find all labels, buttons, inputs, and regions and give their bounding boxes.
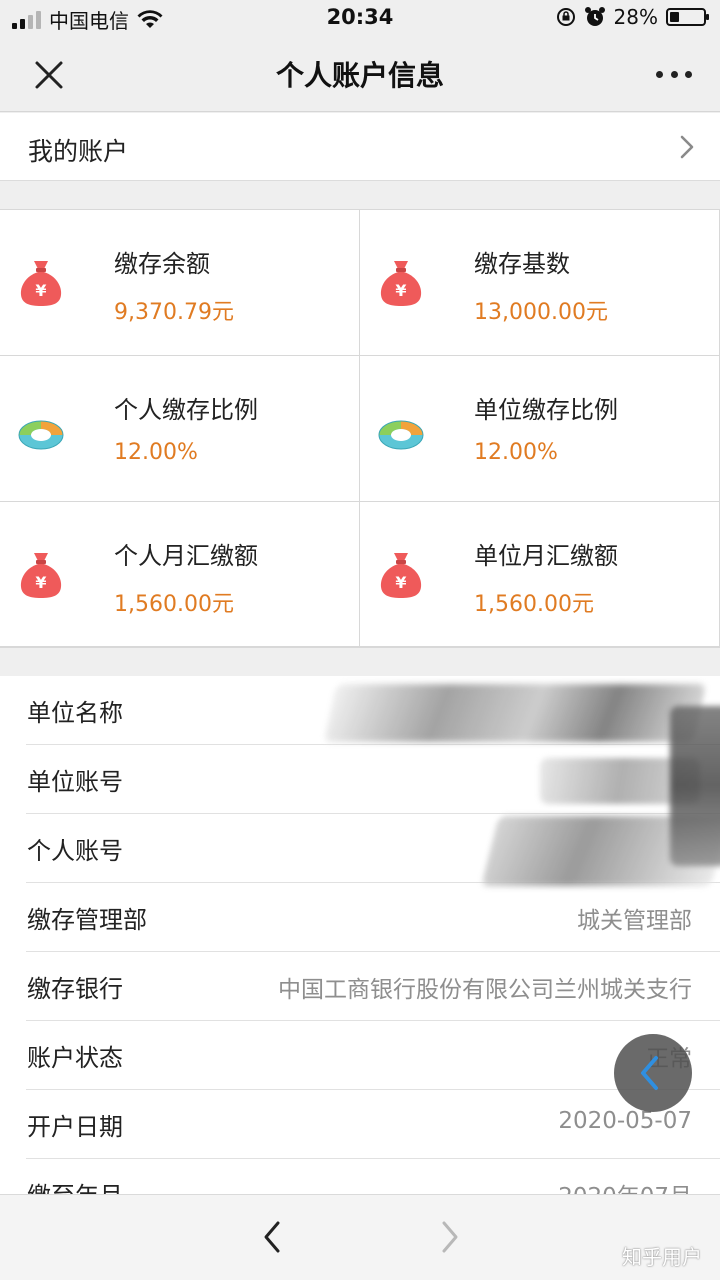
stat-value: 1,560.00元 (474, 592, 594, 617)
stats-grid: ¥ 缴存余额 9,370.79元 ¥ 缴存基数 13,000.00元 个人缴存比… (0, 209, 720, 648)
detail-value: 城关管理部 (577, 908, 692, 934)
watermark: 知乎用户 (622, 1245, 702, 1269)
stat-value: 1,560.00元 (114, 592, 234, 617)
browser-back-icon[interactable] (258, 1219, 288, 1255)
detail-value: 中国工商银行股份有限公司兰州城关支行 (278, 977, 692, 1003)
stat-title: 单位月汇缴额 (474, 542, 618, 570)
page-title: 个人账户信息 (275, 59, 444, 92)
detail-value: 2020-05-07 (558, 1108, 692, 1134)
detail-row-open-date: 开户日期 2020-05-07 (0, 1090, 720, 1159)
svg-text:¥: ¥ (35, 573, 46, 592)
detail-value: 2020年07月 (558, 1177, 692, 1194)
money-bag-icon: ¥ (380, 261, 422, 306)
detail-key: 单位名称 (27, 699, 123, 727)
status-right: 28% (556, 5, 709, 29)
detail-row-bank: 缴存银行 中国工商银行股份有限公司兰州城关支行 (0, 952, 720, 1021)
chevron-right-icon (680, 135, 694, 159)
redaction-smudge (323, 684, 707, 742)
nav-bar: 个人账户信息 (0, 36, 720, 112)
detail-key: 缴至年月 (27, 1176, 123, 1194)
battery-icon (666, 8, 709, 26)
stat-cell-personal-ratio: 个人缴存比例 12.00% (0, 356, 360, 502)
orientation-lock-icon (556, 8, 575, 26)
status-bar: 中国电信 20:34 28% (0, 0, 720, 36)
money-bag-icon: ¥ (380, 553, 422, 598)
stat-value: 12.00% (474, 440, 558, 465)
donut-chart-icon (378, 420, 424, 450)
detail-row-account-status: 账户状态 正常 (0, 1021, 720, 1090)
alarm-icon (584, 7, 605, 26)
detail-row-paid-until: 缴至年月 2020年07月 (0, 1159, 720, 1194)
stat-title: 个人缴存比例 (114, 396, 258, 424)
money-bag-icon: ¥ (20, 553, 62, 598)
stat-title: 缴存基数 (474, 250, 570, 278)
account-details-list: 单位名称 单位账号 个人账号 缴存管理部 城关管理部 缴存银行 中国工商银行股份… (0, 676, 720, 1194)
detail-key: 单位账号 (27, 768, 123, 796)
stat-value: 13,000.00元 (474, 300, 608, 325)
battery-percent: 28% (613, 5, 658, 29)
detail-key: 账户状态 (27, 1044, 123, 1072)
stat-value: 9,370.79元 (114, 300, 234, 325)
stat-cell-company-ratio: 单位缴存比例 12.00% (360, 356, 720, 502)
detail-row-management-dept: 缴存管理部 城关管理部 (0, 883, 720, 952)
stat-title: 单位缴存比例 (474, 396, 618, 424)
detail-key: 缴存银行 (27, 975, 123, 1003)
money-bag-icon: ¥ (20, 261, 62, 306)
svg-text:¥: ¥ (395, 573, 406, 592)
bottom-toolbar: 知乎用户 (0, 1194, 720, 1280)
floating-back-button[interactable] (614, 1034, 692, 1112)
my-account-label: 我的账户 (28, 137, 129, 166)
detail-key: 开户日期 (27, 1113, 123, 1141)
stat-cell-balance: ¥ 缴存余额 9,370.79元 (0, 210, 360, 356)
stat-cell-company-monthly: ¥ 单位月汇缴额 1,560.00元 (360, 502, 720, 648)
close-icon[interactable] (30, 56, 68, 94)
donut-chart-icon (18, 420, 64, 450)
stat-value: 12.00% (114, 440, 198, 465)
my-account-row[interactable]: 我的账户 (0, 113, 720, 181)
redaction-smudge (670, 706, 720, 866)
chevron-left-icon (641, 1056, 658, 1090)
more-icon[interactable] (656, 64, 692, 84)
svg-text:¥: ¥ (395, 281, 406, 300)
browser-forward-icon[interactable] (434, 1219, 464, 1255)
svg-text:¥: ¥ (35, 281, 46, 300)
stat-cell-base: ¥ 缴存基数 13,000.00元 (360, 210, 720, 356)
stat-cell-personal-monthly: ¥ 个人月汇缴额 1,560.00元 (0, 502, 360, 648)
stat-title: 个人月汇缴额 (114, 542, 258, 570)
detail-key: 缴存管理部 (27, 906, 147, 934)
detail-key: 个人账号 (27, 837, 123, 865)
stat-title: 缴存余额 (114, 250, 210, 278)
battery-level (670, 12, 679, 22)
